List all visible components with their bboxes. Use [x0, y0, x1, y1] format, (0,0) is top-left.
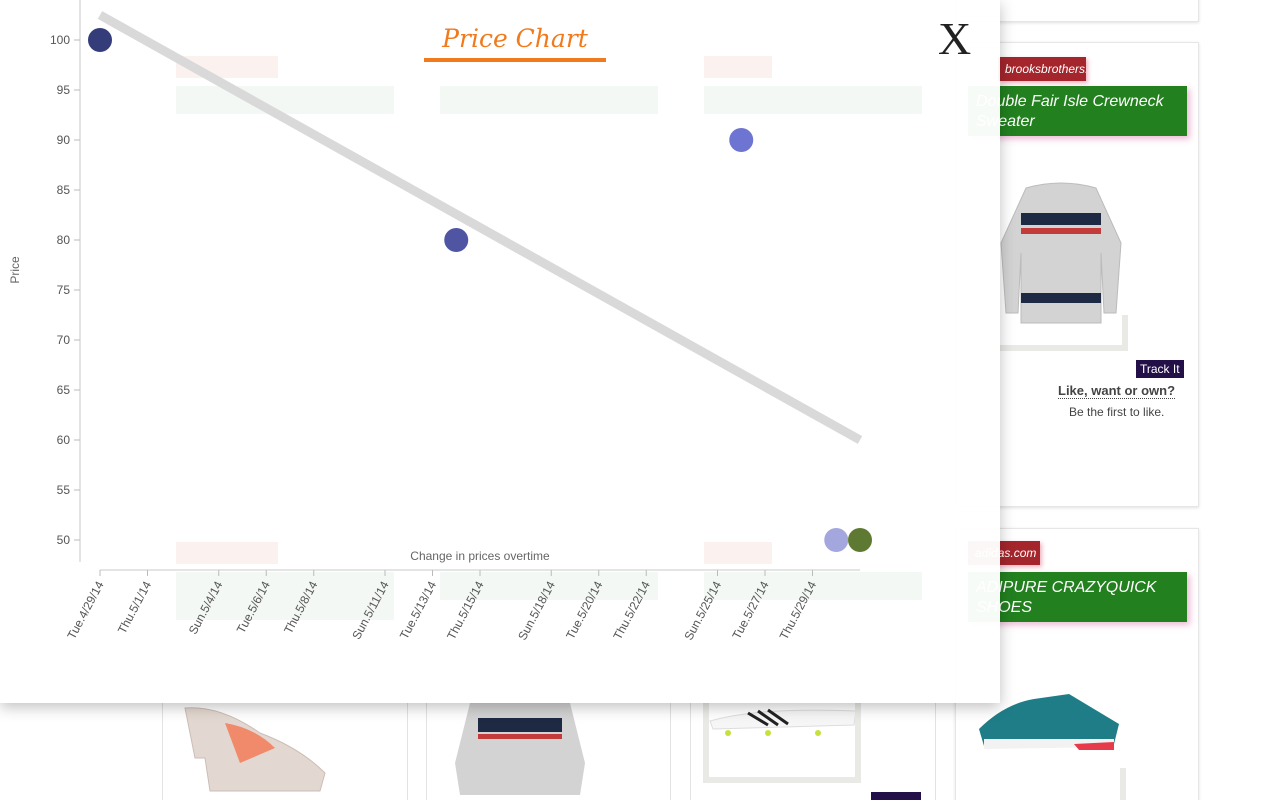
bottom-divider-3	[426, 703, 427, 800]
y-tick-label: 80	[57, 233, 71, 247]
x-tick-label: Sun.5/18/14	[515, 579, 558, 643]
x-tick-label: Sun.5/11/14	[349, 579, 391, 642]
y-tick-label: 100	[50, 33, 70, 47]
image-frame-bracket-bottom-2	[968, 768, 1126, 800]
product-title[interactable]: ADIPURE CRAZYQUICK SHOES	[968, 572, 1187, 622]
bottom-divider-6	[935, 703, 936, 800]
sweater-bottom-image[interactable]	[450, 703, 590, 795]
bottom-divider-4	[670, 703, 671, 800]
y-tick-label: 60	[57, 433, 71, 447]
store-tag[interactable]: brooksbrothers.com	[998, 57, 1086, 81]
y-axis-ticks: 100 95 90 85 80 75 70 65 60 55 50	[50, 33, 80, 547]
x-tick-label: Thu.5/29/14	[777, 579, 820, 642]
price-point[interactable]	[729, 128, 754, 152]
sweater-image[interactable]	[996, 173, 1126, 333]
y-axis-label: Price	[8, 256, 22, 284]
product-title[interactable]: Double Fair Isle Crewneck Sweater	[968, 86, 1187, 136]
x-tick-label: Thu.5/15/14	[444, 579, 487, 642]
x-tick-label: Tue.5/6/14	[234, 579, 273, 636]
x-tick-label: Tue.5/13/14	[397, 579, 439, 642]
track-button-stub[interactable]	[871, 792, 921, 800]
trend-line	[97, 11, 863, 444]
x-tick-label: Tue.4/29/14	[64, 579, 106, 642]
y-tick-label: 85	[57, 183, 71, 197]
x-tick-label: Tue.5/27/14	[729, 579, 771, 642]
y-tick-label: 65	[57, 383, 71, 397]
x-tick-label: Thu.5/1/14	[115, 579, 154, 637]
y-tick-label: 90	[57, 133, 71, 147]
x-tick-label: Tue.5/20/14	[563, 579, 605, 642]
y-tick-label: 75	[57, 283, 71, 297]
x-tick-label: Sun.5/4/14	[186, 579, 226, 637]
y-tick-label: 50	[57, 533, 71, 547]
price-point[interactable]	[444, 228, 469, 252]
y-tick-label: 70	[57, 333, 71, 347]
bottom-divider-1	[162, 703, 163, 800]
price-chart-overlay: Price Chart X 100 95 90 85 80 75 70 65 60 55 50 Tu…	[0, 0, 1000, 703]
like-count-text: Be the first to like.	[1069, 405, 1165, 419]
data-points	[88, 28, 872, 552]
pump-shoe-image[interactable]	[180, 703, 330, 795]
x-tick-label: Sun.5/25/14	[681, 579, 724, 643]
price-point[interactable]	[848, 528, 872, 552]
price-point[interactable]	[88, 28, 112, 52]
x-tick-label: Thu.5/22/14	[610, 579, 653, 642]
image-frame-bracket-bottom	[703, 703, 861, 783]
x-axis-label: Change in prices overtime	[410, 549, 550, 563]
track-it-button[interactable]: Track It	[1136, 360, 1184, 378]
y-tick-label: 55	[57, 483, 71, 497]
bottom-divider-5	[690, 703, 691, 800]
page: brooksbrothers.com Double Fair Isle Crew…	[0, 0, 1280, 800]
price-point[interactable]	[824, 528, 849, 552]
x-tick-label: Thu.5/8/14	[281, 579, 320, 637]
y-tick-label: 95	[57, 83, 71, 97]
x-axis-ticks: Tue.4/29/14 Thu.5/1/14 Sun.5/4/14 Tue.5/6/1…	[64, 570, 819, 643]
bottom-divider-2	[407, 703, 408, 800]
image-frame-bracket	[986, 315, 1128, 351]
price-chart: 10095908580757065605550 Tue.4/29/14 Thu.5…	[8, 0, 872, 643]
like-want-own-link[interactable]: Like, want or own?	[1058, 383, 1176, 399]
